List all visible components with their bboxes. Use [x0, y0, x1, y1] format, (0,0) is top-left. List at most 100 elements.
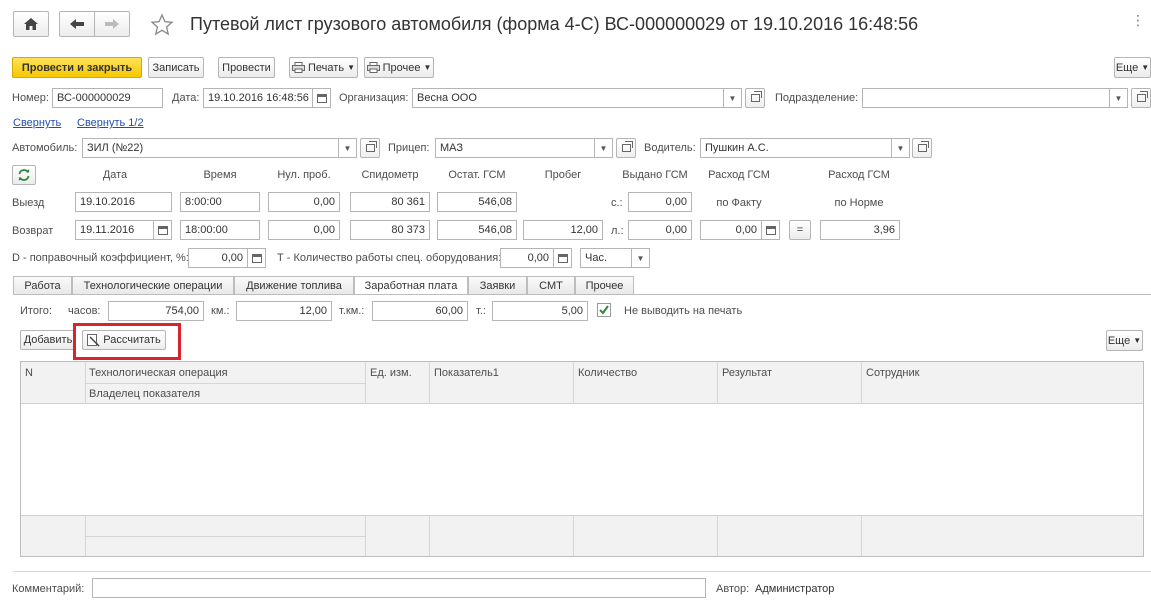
date-field[interactable]: 19.10.2016 16:48:56: [203, 88, 313, 108]
date-calendar-button[interactable]: [313, 88, 331, 108]
date-label: Дата:: [172, 92, 200, 104]
return-odometer-field[interactable]: 80 373: [350, 220, 430, 240]
norm-consumption-field[interactable]: 3,96: [820, 220, 900, 240]
col-header-owner[interactable]: Владелец показателя: [89, 388, 200, 400]
other-button[interactable]: Прочее ▼: [364, 57, 434, 78]
tab-fuel-movement[interactable]: Движение топлива: [234, 276, 354, 294]
issued-s-field[interactable]: 0,00: [628, 192, 692, 212]
depart-fuel-field[interactable]: 546,08: [437, 192, 517, 212]
fact-consumption-field[interactable]: 0,00: [700, 220, 762, 240]
tab-requests[interactable]: Заявки: [468, 276, 527, 294]
col-header-indicator[interactable]: Показатель1: [434, 367, 499, 379]
hours-label: часов:: [68, 305, 101, 317]
tab-other[interactable]: Прочее: [575, 276, 634, 294]
col-header-quantity[interactable]: Количество: [578, 367, 637, 379]
d-calculator-button[interactable]: [248, 248, 266, 268]
arrow-right-icon: [105, 19, 119, 29]
trip-col-time: Время: [203, 169, 237, 181]
post-and-close-button[interactable]: Провести и закрыть: [12, 57, 142, 78]
table-more-label: Еще: [1107, 334, 1131, 347]
return-time-field[interactable]: 18:00:00: [180, 220, 260, 240]
t-unit-field[interactable]: Час.: [580, 248, 632, 268]
tab-work[interactable]: Работа: [13, 276, 72, 294]
post-button[interactable]: Провести: [218, 57, 275, 78]
fact-calculator-button[interactable]: [762, 220, 780, 240]
footer-row-divider: [85, 536, 365, 537]
totals-label: Итого:: [20, 305, 52, 317]
calendar-icon: [316, 93, 327, 103]
trip-col-odometer: Спидометр: [361, 169, 419, 181]
trip-col-fact: Расход ГСМ: [708, 169, 770, 181]
return-date-field[interactable]: 19.11.2016: [75, 220, 154, 240]
add-button[interactable]: Добавить: [20, 330, 76, 350]
trip-col-zero: Нул. проб.: [277, 169, 331, 181]
hours-field[interactable]: 754,00: [108, 301, 204, 321]
open-window-icon: [917, 141, 929, 152]
home-button[interactable]: [13, 11, 49, 37]
comment-field[interactable]: [92, 578, 706, 598]
tabs-divider: [13, 294, 1151, 295]
organization-open-button[interactable]: [745, 88, 765, 108]
calculate-button[interactable]: Рассчитать: [82, 330, 166, 350]
driver-field[interactable]: Пушкин А.С.: [700, 138, 892, 158]
division-open-button[interactable]: [1131, 88, 1151, 108]
forward-button[interactable]: [94, 11, 130, 37]
return-zero-field[interactable]: 0,00: [268, 220, 340, 240]
print-button[interactable]: Печать ▼: [289, 57, 358, 78]
depart-time-field[interactable]: 8:00:00: [180, 192, 260, 212]
driver-dropdown-button[interactable]: ▼: [892, 138, 910, 158]
driver-open-button[interactable]: [912, 138, 932, 158]
refresh-button[interactable]: [12, 165, 36, 185]
d-coefficient-field[interactable]: 0,00: [188, 248, 248, 268]
col-header-n[interactable]: N: [25, 367, 33, 379]
depart-odometer-field[interactable]: 80 361: [350, 192, 430, 212]
window-menu-icon[interactable]: ⋮: [1131, 12, 1145, 29]
collapse-half-link[interactable]: Свернуть 1/2: [77, 117, 144, 129]
equals-button[interactable]: =: [789, 220, 811, 240]
col-header-operation[interactable]: Технологическая операция: [89, 367, 228, 379]
col-header-result[interactable]: Результат: [722, 367, 772, 379]
footer-divider: [13, 571, 1151, 572]
save-button[interactable]: Записать: [148, 57, 204, 78]
mileage-field[interactable]: 12,00: [523, 220, 603, 240]
division-dropdown-button[interactable]: ▼: [1110, 88, 1128, 108]
depart-zero-field[interactable]: 0,00: [268, 192, 340, 212]
tab-smt[interactable]: СМТ: [527, 276, 575, 294]
trailer-field[interactable]: МАЗ: [435, 138, 595, 158]
number-field[interactable]: ВС-000000029: [52, 88, 163, 108]
favorite-star-icon[interactable]: [150, 13, 174, 37]
trailer-dropdown-button[interactable]: ▼: [595, 138, 613, 158]
division-field[interactable]: [862, 88, 1110, 108]
vehicle-dropdown-button[interactable]: ▼: [339, 138, 357, 158]
col-divider: [573, 362, 574, 404]
tab-tech-operations[interactable]: Технологические операции: [72, 276, 234, 294]
number-label: Номер:: [12, 92, 49, 104]
return-fuel-field[interactable]: 546,08: [437, 220, 517, 240]
t-field[interactable]: 5,00: [492, 301, 588, 321]
km-field[interactable]: 12,00: [236, 301, 332, 321]
fact-sub-label: по Факту: [716, 197, 762, 209]
t-calculator-button[interactable]: [554, 248, 572, 268]
more-button[interactable]: Еще ▼: [1114, 57, 1151, 78]
organization-field[interactable]: Весна ООО: [412, 88, 724, 108]
issued-l-label: л.:: [611, 225, 624, 237]
col-divider: [365, 515, 366, 556]
return-date-calendar-button[interactable]: [154, 220, 172, 240]
depart-date-field[interactable]: 19.10.2016: [75, 192, 172, 212]
t-work-field[interactable]: 0,00: [500, 248, 554, 268]
trailer-open-button[interactable]: [616, 138, 636, 158]
collapse-link[interactable]: Свернуть: [13, 117, 61, 129]
col-header-employee[interactable]: Сотрудник: [866, 367, 919, 379]
tkm-field[interactable]: 60,00: [372, 301, 468, 321]
table-more-button[interactable]: Еще ▼: [1106, 330, 1143, 351]
col-header-unit[interactable]: Ед. изм.: [370, 367, 412, 379]
t-label: т.:: [476, 305, 486, 317]
no-print-checkbox[interactable]: [597, 303, 611, 317]
back-button[interactable]: [59, 11, 95, 37]
vehicle-open-button[interactable]: [360, 138, 380, 158]
organization-dropdown-button[interactable]: ▼: [724, 88, 742, 108]
issued-l-field[interactable]: 0,00: [628, 220, 692, 240]
tab-salary[interactable]: Заработная плата: [354, 276, 468, 295]
vehicle-field[interactable]: ЗИЛ (№22): [82, 138, 339, 158]
t-unit-dropdown-button[interactable]: ▼: [632, 248, 650, 268]
